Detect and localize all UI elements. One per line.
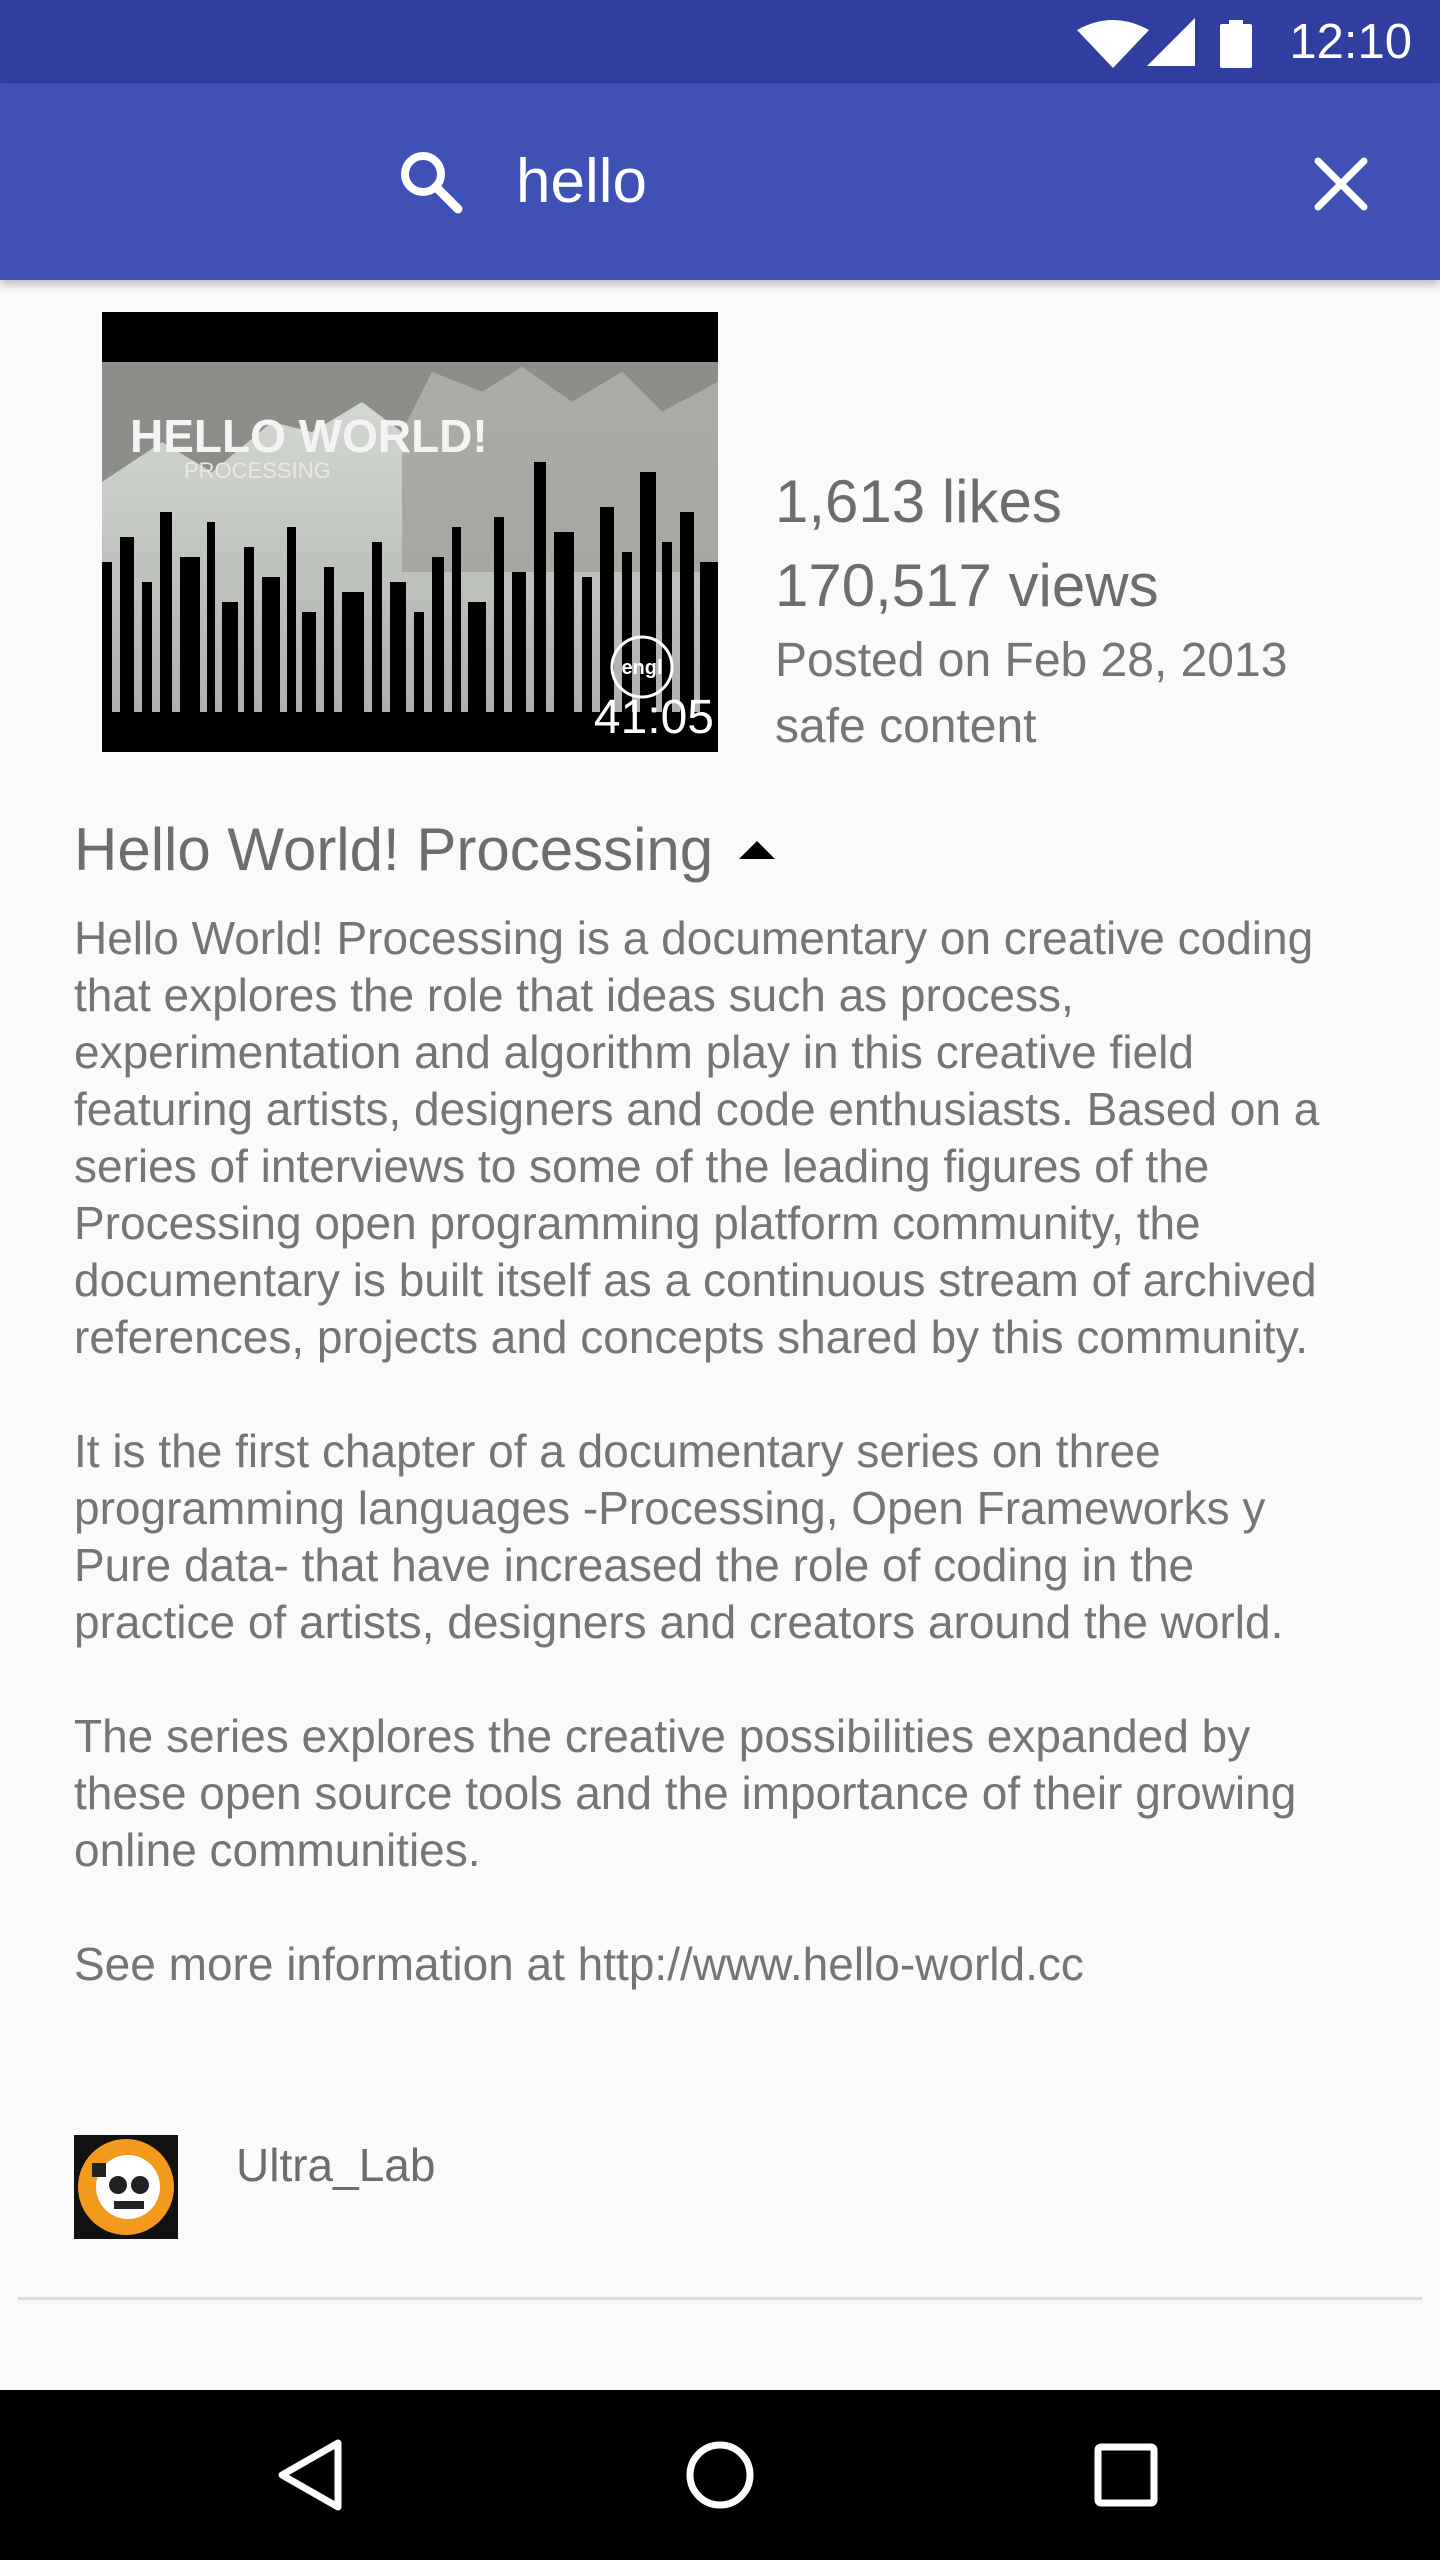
divider bbox=[18, 2297, 1422, 2300]
status-icons bbox=[1077, 18, 1252, 68]
signal-icon bbox=[1147, 18, 1195, 66]
collapse-arrow-icon[interactable] bbox=[739, 841, 776, 859]
recents-icon[interactable] bbox=[1084, 2433, 1168, 2517]
title-row[interactable]: Hello World! Processing bbox=[74, 810, 776, 890]
video-thumbnail[interactable]: HELLO WORLD! PROCESSING engl 41:05 bbox=[102, 312, 718, 752]
more-info-link[interactable]: See more information at http://www.hello… bbox=[74, 1936, 1354, 1993]
views-count: 170,517 views bbox=[775, 552, 1159, 619]
video-detail: HELLO WORLD! PROCESSING engl 41:05 1,613… bbox=[0, 280, 1440, 2390]
video-title: Hello World! Processing bbox=[74, 816, 714, 883]
description-paragraph: Hello World! Processing is a documentary… bbox=[74, 912, 1320, 1363]
likes-count: 1,613 likes bbox=[775, 468, 1062, 535]
battery-icon bbox=[1220, 20, 1252, 68]
thumbnail-image: HELLO WORLD! PROCESSING engl bbox=[102, 312, 718, 752]
channel-name[interactable]: Ultra_Lab bbox=[236, 2138, 435, 2192]
video-duration: 41:05 bbox=[593, 691, 714, 744]
search-toolbar: hello bbox=[0, 83, 1440, 280]
channel-row[interactable]: Ultra_Lab bbox=[74, 2135, 435, 2239]
navigation-bar bbox=[0, 2390, 1440, 2560]
wifi-icon bbox=[1077, 20, 1149, 68]
channel-avatar bbox=[74, 2135, 178, 2239]
back-icon[interactable] bbox=[272, 2433, 356, 2517]
description-paragraph: It is the first chapter of a documentary… bbox=[74, 1425, 1284, 1648]
avatar-icon bbox=[74, 2135, 178, 2239]
status-bar: 12:10 bbox=[0, 0, 1440, 83]
search-input[interactable]: hello bbox=[516, 147, 647, 217]
search-icon[interactable] bbox=[398, 149, 464, 215]
video-stats: 1,613 likes 170,517 views Posted on Feb … bbox=[775, 460, 1415, 760]
thumbnail-title-overlay: HELLO WORLD! bbox=[130, 410, 488, 462]
channel-logo-text: engl bbox=[621, 657, 662, 679]
posted-date: Posted on Feb 28, 2013 bbox=[775, 634, 1288, 687]
description-paragraph: The series explores the creative possibi… bbox=[74, 1710, 1297, 1876]
home-icon[interactable] bbox=[678, 2433, 762, 2517]
video-description: Hello World! Processing is a documentary… bbox=[74, 910, 1354, 1993]
close-icon[interactable] bbox=[1312, 155, 1370, 213]
thumbnail-subtitle-overlay: PROCESSING bbox=[184, 458, 331, 483]
content-rating: safe content bbox=[775, 700, 1037, 753]
status-time: 12:10 bbox=[1289, 15, 1412, 69]
